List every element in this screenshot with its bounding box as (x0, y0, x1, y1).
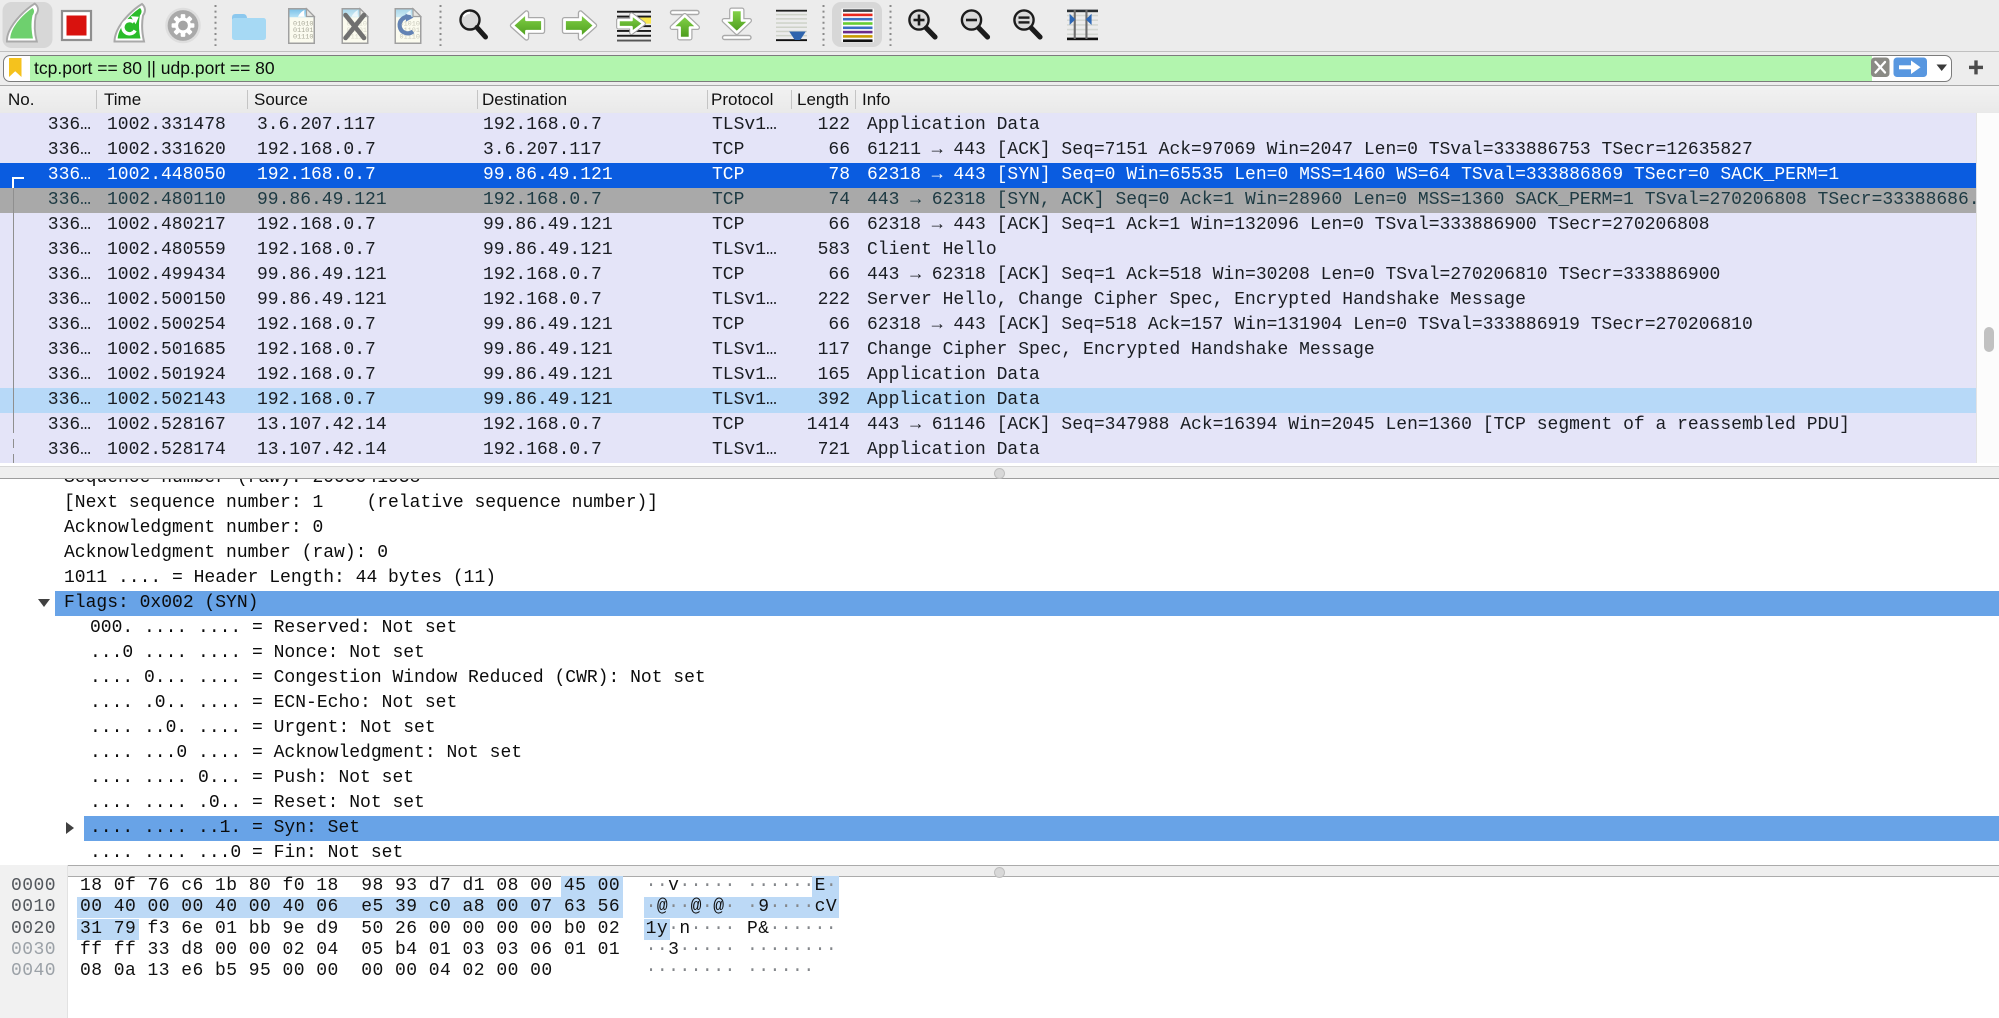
svg-text:01110: 01110 (293, 34, 313, 42)
